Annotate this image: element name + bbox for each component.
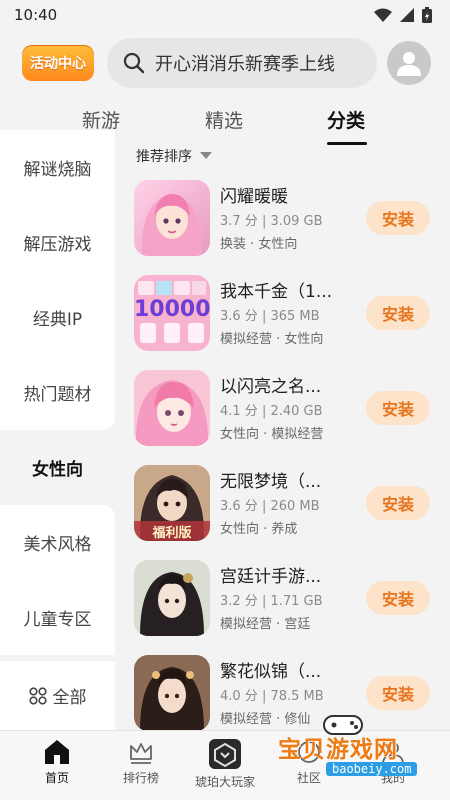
game-thumbnail: 10000 [134, 275, 210, 351]
avatar[interactable] [387, 41, 431, 85]
search-bar[interactable]: 开心消消乐新赛季上线 [107, 38, 377, 88]
game-thumbnail [134, 370, 210, 446]
user-icon [397, 52, 421, 76]
battery-icon [422, 7, 432, 23]
game-size: 3.09 GB [270, 214, 323, 229]
game-tags: 换装 · 女性向 [220, 237, 298, 252]
game-tags: 模拟经营 · 宫廷 [220, 617, 311, 632]
nav-ranking[interactable]: 排行榜 [96, 739, 186, 786]
tab-new-games[interactable]: 新游 [82, 106, 120, 133]
game-rating: 4.1 分 [220, 404, 258, 419]
status-bar: 10:40 [0, 0, 450, 30]
game-rating: 3.2 分 [220, 594, 258, 609]
game-row[interactable]: 以闪亮之名... 4.1 分 | 2.40 GB 女性向 · 模拟经营 安装 [115, 360, 450, 455]
game-tags: 女性向 · 养成 [220, 522, 298, 537]
amber-logo-icon [209, 739, 241, 769]
tab-featured[interactable]: 精选 [205, 106, 243, 133]
sidebar-item-art-style[interactable]: 美术风格 [0, 505, 115, 580]
game-thumbnail [134, 655, 210, 730]
game-meta: 3.2 分 | 1.71 GB [220, 594, 323, 609]
sidebar-item-puzzle[interactable]: 解谜烧脑 [0, 130, 115, 205]
game-meta: 4.1 分 | 2.40 GB [220, 404, 323, 419]
search-suggestion: 开心消消乐新赛季上线 [155, 54, 335, 75]
nav-home[interactable]: 首页 [12, 739, 102, 786]
header: 活动中心 开心消消乐新赛季上线 [0, 38, 450, 88]
game-meta: 3.6 分 | 260 MB [220, 499, 320, 514]
home-icon [45, 740, 69, 764]
watermark-url: baobeiy.com [326, 762, 418, 776]
wifi-icon [374, 8, 392, 22]
active-tab-indicator [327, 142, 367, 145]
install-button[interactable]: 安装 [366, 581, 430, 615]
install-button[interactable]: 安装 [366, 486, 430, 520]
activity-center-button[interactable]: 活动中心 [22, 45, 94, 81]
game-row[interactable]: 宫廷计手游... 3.2 分 | 1.71 GB 模拟经营 · 宫廷 安装 [115, 550, 450, 645]
game-thumbnail [134, 180, 210, 256]
game-rating: 3.7 分 [220, 214, 258, 229]
game-row[interactable]: 10000 我本千金（1... 3.6 分 | 365 MB 模拟经营 · 女性… [115, 265, 450, 360]
sidebar-item-kids[interactable]: 儿童专区 [0, 580, 115, 655]
game-thumbnail [134, 560, 210, 636]
game-rating: 3.6 分 [220, 309, 258, 324]
game-title: 繁花似锦（... [220, 662, 322, 682]
nav-amber-player-label: 琥珀大玩家 [194, 775, 255, 789]
activity-center-label: 活动中心 [30, 56, 86, 72]
tab-categories[interactable]: 分类 [327, 106, 365, 133]
install-button[interactable]: 安装 [366, 391, 430, 425]
install-button[interactable]: 安装 [366, 201, 430, 235]
game-size: 1.71 GB [270, 594, 323, 609]
install-button[interactable]: 安装 [366, 676, 430, 710]
game-meta: 3.7 分 | 3.09 GB [220, 214, 323, 229]
sidebar-item-female[interactable]: 女性向 [0, 430, 115, 505]
game-title: 以闪亮之名... [220, 377, 322, 397]
sidebar-item-hot-themes[interactable]: 热门题材 [0, 355, 115, 430]
search-icon [123, 52, 145, 74]
game-tags: 模拟经营 · 女性向 [220, 332, 324, 347]
game-thumbnail-text: 福利版 [152, 526, 192, 541]
nav-home-label: 首页 [44, 771, 69, 785]
game-size: 260 MB [270, 499, 320, 514]
sort-dropdown[interactable]: 推荐排序 [136, 146, 212, 166]
game-title: 闪耀暖暖 [220, 187, 288, 207]
crown-icon [130, 743, 152, 764]
game-row[interactable]: 福利版 无限梦境（... 3.6 分 | 260 MB 女性向 · 养成 安装 [115, 455, 450, 550]
game-tags: 女性向 · 模拟经营 [220, 427, 324, 442]
game-meta: 3.6 分 | 365 MB [220, 309, 320, 324]
signal-icon [400, 8, 414, 22]
sidebar-all-label: 全部 [52, 688, 87, 708]
game-size: 365 MB [270, 309, 320, 324]
game-title: 宫廷计手游... [220, 567, 322, 587]
game-list: 闪耀暖暖 3.7 分 | 3.09 GB 换装 · 女性向 安装 10000 我… [115, 170, 450, 730]
game-rating: 3.6 分 [220, 499, 258, 514]
game-thumbnail: 福利版 [134, 465, 210, 541]
game-rating: 4.0 分 [220, 689, 258, 704]
game-title: 我本千金（1... [220, 282, 333, 302]
category-sidebar: 解谜烧脑 解压游戏 经典IP 热门题材 女性向 美术风格 儿童专区 全部 [0, 130, 115, 730]
sort-label: 推荐排序 [136, 149, 192, 165]
status-time: 10:40 [14, 6, 58, 24]
caret-down-icon [200, 152, 212, 159]
nav-amber-player[interactable]: 琥珀大玩家 [180, 739, 270, 790]
status-icons [374, 7, 432, 23]
watermark-text: 宝贝游戏网 [278, 737, 398, 763]
game-thumbnail-text: 10000 [134, 297, 210, 322]
install-button[interactable]: 安装 [366, 296, 430, 330]
sidebar-item-classic-ip[interactable]: 经典IP [0, 280, 115, 355]
sidebar-all-button[interactable]: 全部 [0, 660, 115, 730]
watermark: 宝贝游戏网 baobeiy.com [268, 715, 438, 788]
game-row[interactable]: 闪耀暖暖 3.7 分 | 3.09 GB 换装 · 女性向 安装 [115, 170, 450, 265]
game-meta: 4.0 分 | 78.5 MB [220, 689, 324, 704]
nav-ranking-label: 排行榜 [122, 771, 159, 785]
game-size: 2.40 GB [270, 404, 323, 419]
sidebar-item-relax[interactable]: 解压游戏 [0, 205, 115, 280]
grid-icon [28, 686, 47, 705]
game-title: 无限梦境（... [220, 472, 322, 492]
game-size: 78.5 MB [270, 689, 324, 704]
